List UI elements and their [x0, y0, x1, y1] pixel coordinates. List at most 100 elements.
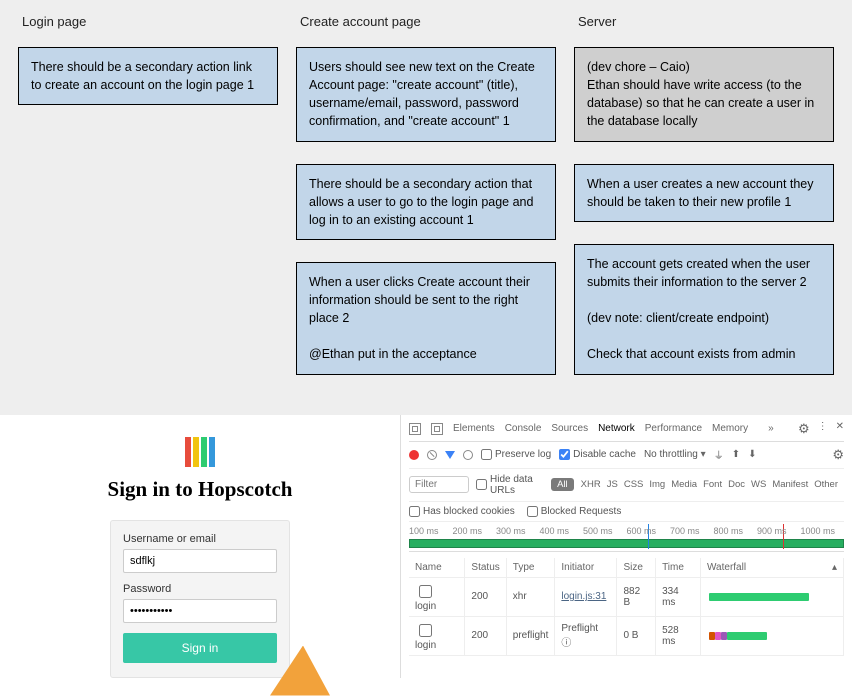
clear-icon[interactable]	[427, 450, 437, 460]
type-filter[interactable]: Manifest	[772, 479, 808, 490]
board-column: Login page There should be a secondary ac…	[18, 14, 278, 397]
ruler-tick: 800 ms	[714, 526, 744, 536]
settings-icon[interactable]: ⚙	[798, 421, 810, 437]
board-card[interactable]: When a user clicks Create account their …	[296, 262, 556, 375]
board-card[interactable]: When a user creates a new account they s…	[574, 164, 834, 222]
ruler-tick: 600 ms	[627, 526, 657, 536]
net-column-header[interactable]: Initiator	[555, 558, 617, 578]
ruler-tick: 200 ms	[453, 526, 483, 536]
device-icon[interactable]	[431, 423, 443, 435]
bottom-composite: Sign in to Hopscotch Username or email P…	[0, 415, 852, 678]
signin-title: Sign in to Hopscotch	[0, 477, 400, 502]
board-card[interactable]: There should be a secondary action that …	[296, 164, 556, 240]
cell-time: 528 ms	[656, 616, 701, 655]
ruler-tick: 400 ms	[540, 526, 570, 536]
username-input[interactable]	[123, 549, 277, 573]
devtools-tab[interactable]: Performance	[645, 423, 702, 434]
devtools-filter-row: Hide data URLs All XHR JS CSS Img Media Font D…	[409, 469, 844, 502]
hide-data-urls-checkbox[interactable]: Hide data URLs	[476, 474, 544, 496]
download-icon[interactable]: ⬇	[748, 449, 756, 460]
ruler-tick: 900 ms	[757, 526, 787, 536]
hopscotch-logo-icon	[185, 437, 215, 467]
blocked-requests-checkbox[interactable]: Blocked Requests	[527, 506, 622, 517]
type-filter[interactable]: Media	[671, 479, 697, 490]
password-label: Password	[123, 583, 277, 595]
board-card[interactable]: The account gets created when the user s…	[574, 244, 834, 375]
type-filter[interactable]: Doc	[728, 479, 745, 490]
type-filter[interactable]: Font	[703, 479, 722, 490]
cell-status: 200	[465, 616, 506, 655]
type-filter[interactable]: WS	[751, 479, 766, 490]
username-label: Username or email	[123, 533, 277, 545]
timeline-ruler[interactable]: 100 ms200 ms300 ms400 ms500 ms600 ms700 …	[409, 522, 844, 552]
close-icon[interactable]: ✕	[836, 421, 844, 437]
column-title: Server	[578, 14, 834, 29]
filter-toggle-icon[interactable]	[445, 451, 455, 459]
column-title: Login page	[22, 14, 278, 29]
devtools-tab[interactable]: Memory	[712, 423, 748, 434]
devtools-panel: Elements Console Sources Network Performance…	[400, 415, 852, 678]
net-column-header[interactable]: Time	[656, 558, 701, 578]
devtools-tab[interactable]: Sources	[551, 423, 588, 434]
type-filter[interactable]: Other	[814, 479, 838, 490]
cell-waterfall	[700, 616, 843, 655]
search-icon[interactable]	[463, 450, 473, 460]
board-card[interactable]: Users should see new text on the Create …	[296, 47, 556, 142]
devtools-tab[interactable]: Network	[598, 423, 635, 434]
password-input[interactable]	[123, 599, 277, 623]
column-title: Create account page	[300, 14, 556, 29]
network-table: NameStatusTypeInitiatorSizeTimeWaterfall…	[409, 558, 844, 656]
devtools-toolbar: Preserve log Disable cache No throttling…	[409, 442, 844, 469]
board-column: Create account page Users should see new …	[296, 14, 556, 397]
net-settings-icon[interactable]: ⚙	[832, 447, 844, 463]
cell-size: 0 B	[617, 616, 656, 655]
signin-form: Username or email Password Sign in	[110, 520, 290, 678]
disable-cache-checkbox[interactable]: Disable cache	[559, 449, 636, 460]
cell-name: login	[409, 616, 465, 655]
board-column: Server (dev chore – Caio) Ethan should ha…	[574, 14, 834, 397]
record-icon[interactable]	[409, 450, 419, 460]
preserve-log-checkbox[interactable]: Preserve log	[481, 449, 551, 460]
type-filter[interactable]: JS	[607, 479, 618, 490]
tabs-overflow[interactable]: »	[768, 423, 774, 434]
cell-initiator: Preflight ⓘ	[555, 616, 617, 655]
cell-status: 200	[465, 577, 506, 616]
net-column-header[interactable]: Name	[409, 558, 465, 578]
devtools-tab-bar: Elements Console Sources Network Performance…	[409, 421, 844, 442]
ruler-tick: 700 ms	[670, 526, 700, 536]
type-filter[interactable]: Img	[649, 479, 665, 490]
devtools-tab[interactable]: Console	[505, 423, 542, 434]
board-card[interactable]: (dev chore – Caio) Ethan should have wri…	[574, 47, 834, 142]
kebab-icon[interactable]: ⋮	[818, 421, 828, 437]
upload-icon[interactable]: ⬆	[732, 449, 740, 460]
type-filter[interactable]: XHR	[581, 479, 601, 490]
net-column-header[interactable]: Size	[617, 558, 656, 578]
cell-type: preflight	[506, 616, 555, 655]
cell-size: 882 B	[617, 577, 656, 616]
signin-button[interactable]: Sign in	[123, 633, 277, 663]
net-column-header[interactable]: Status	[465, 558, 506, 578]
type-pill-all[interactable]: All	[551, 478, 574, 491]
board-card[interactable]: There should be a secondary action link …	[18, 47, 278, 105]
wifi-icon[interactable]: ⏚	[714, 447, 724, 462]
devtools-cookies-row: Has blocked cookies Blocked Requests	[409, 502, 844, 522]
cell-time: 334 ms	[656, 577, 701, 616]
ruler-tick: 300 ms	[496, 526, 526, 536]
throttle-select[interactable]: No throttling ▾	[644, 449, 706, 460]
cell-initiator: login.js:31	[555, 577, 617, 616]
net-column-header[interactable]: Waterfall▴	[700, 558, 843, 578]
cell-type: xhr	[506, 577, 555, 616]
kanban-board: Login page There should be a secondary ac…	[0, 0, 852, 415]
net-column-header[interactable]: Type	[506, 558, 555, 578]
inspect-icon[interactable]	[409, 423, 421, 435]
blocked-cookies-checkbox[interactable]: Has blocked cookies	[409, 506, 515, 517]
filter-input[interactable]	[409, 476, 469, 493]
cell-name: login	[409, 577, 465, 616]
devtools-tab[interactable]: Elements	[453, 423, 495, 434]
ruler-tick: 100 ms	[409, 526, 439, 536]
table-row[interactable]: login200preflightPreflight ⓘ0 B528 ms	[409, 616, 844, 655]
type-filter[interactable]: CSS	[624, 479, 644, 490]
login-mock: Sign in to Hopscotch Username or email P…	[0, 415, 400, 678]
table-row[interactable]: login200xhrlogin.js:31882 B334 ms	[409, 577, 844, 616]
cell-waterfall	[700, 577, 843, 616]
